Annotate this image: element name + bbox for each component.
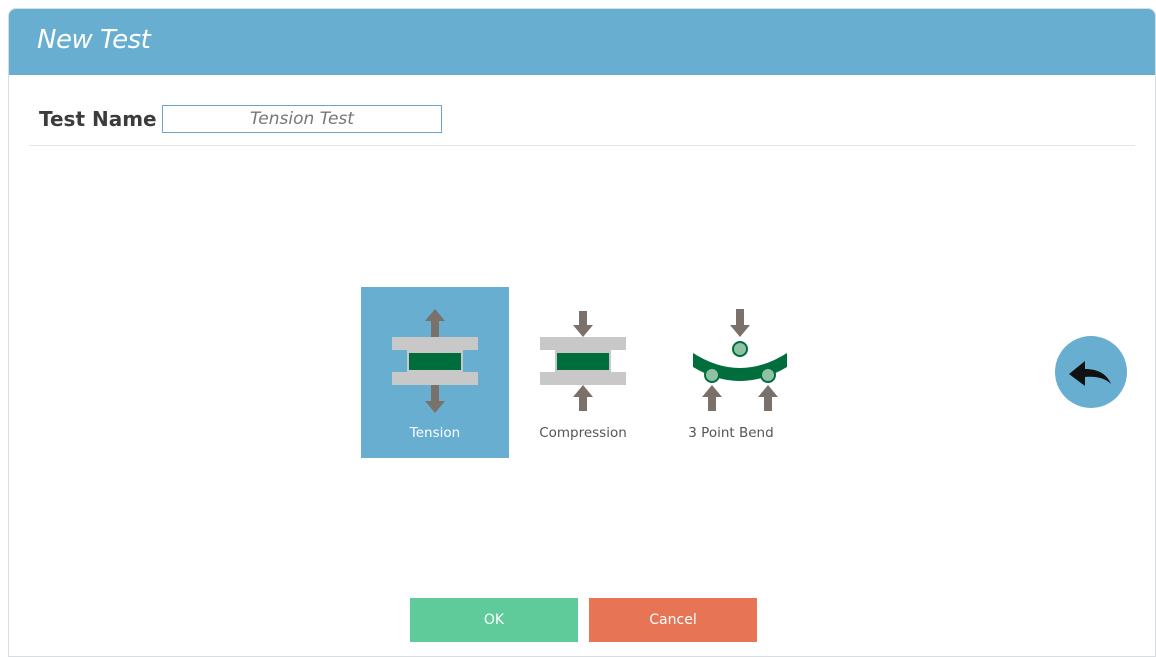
new-test-dialog: New Test Test Name Tension Test Tension …	[8, 8, 1156, 657]
compression-icon	[540, 311, 626, 411]
back-button[interactable]	[1055, 336, 1127, 408]
tension-icon	[392, 309, 478, 413]
cancel-button[interactable]: Cancel	[589, 598, 757, 642]
test-type-tension[interactable]: Tension	[361, 287, 509, 458]
test-name-input[interactable]	[162, 105, 442, 133]
dialog-titlebar: New Test	[9, 9, 1155, 75]
dialog-title: New Test	[37, 25, 151, 55]
three-point-bend-icon	[693, 309, 787, 411]
compression-label: Compression	[539, 425, 627, 441]
three-point-bend-label: 3 Point Bend	[688, 425, 774, 441]
test-type-three-point-bend[interactable]: 3 Point Bend	[657, 287, 805, 458]
test-type-compression[interactable]: Compression	[509, 287, 657, 458]
test-name-label: Test Name	[39, 107, 157, 131]
tension-label: Tension	[409, 425, 461, 441]
back-arrow-icon	[1069, 361, 1111, 386]
ok-button[interactable]: OK	[410, 598, 578, 642]
header-divider	[29, 145, 1135, 146]
